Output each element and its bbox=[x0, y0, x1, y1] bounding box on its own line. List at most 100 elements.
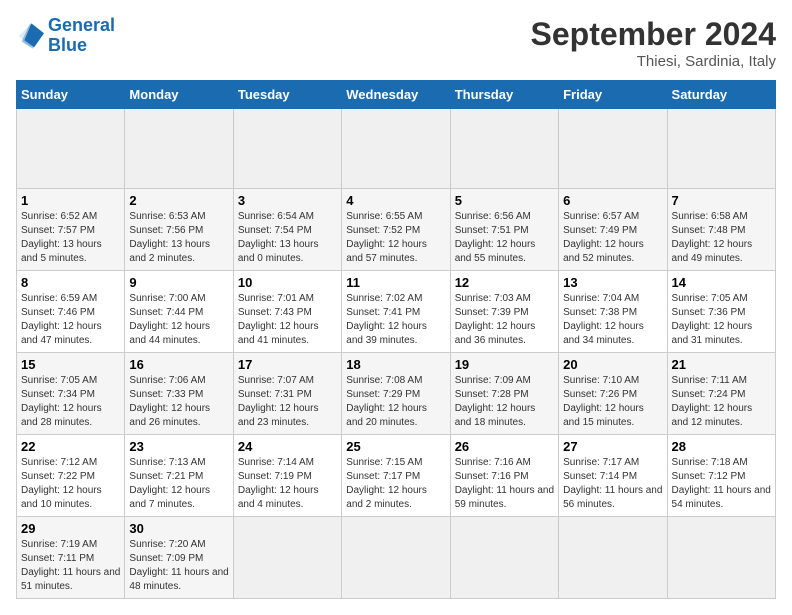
calendar-week-row: 29Sunrise: 7:19 AMSunset: 7:11 PMDayligh… bbox=[17, 517, 776, 599]
calendar-cell bbox=[17, 109, 125, 189]
calendar-cell: 30 Sunrise: 7:20 AMSunset: 7:09 PMDayligh… bbox=[125, 517, 233, 599]
calendar-cell bbox=[450, 517, 558, 599]
calendar-cell bbox=[125, 109, 233, 189]
day-number: 22 bbox=[21, 439, 120, 454]
day-number: 18 bbox=[346, 357, 445, 372]
day-info: Sunrise: 7:18 AMSunset: 7:12 PMDaylight:… bbox=[672, 456, 771, 512]
calendar-cell: 27 Sunrise: 7:17 AMSunset: 7:14 PMDayligh… bbox=[559, 435, 667, 517]
column-header-tuesday: Tuesday bbox=[233, 81, 341, 109]
calendar-cell: 10 Sunrise: 7:01 AMSunset: 7:43 PMDayligh… bbox=[233, 271, 341, 353]
day-number: 26 bbox=[455, 439, 554, 454]
calendar-cell bbox=[233, 109, 341, 189]
day-info: Sunrise: 7:12 AMSunset: 7:22 PMDaylight:… bbox=[21, 456, 120, 512]
day-number: 5 bbox=[455, 193, 554, 208]
day-number: 29 bbox=[21, 521, 120, 536]
calendar-cell: 16 Sunrise: 7:06 AMSunset: 7:33 PMDayligh… bbox=[125, 353, 233, 435]
logo-blue: Blue bbox=[48, 36, 115, 56]
day-number: 2 bbox=[129, 193, 228, 208]
day-number: 4 bbox=[346, 193, 445, 208]
day-info: Sunrise: 7:05 AMSunset: 7:36 PMDaylight:… bbox=[672, 292, 771, 348]
day-number: 15 bbox=[21, 357, 120, 372]
calendar-week-row: 1Sunrise: 6:52 AMSunset: 7:57 PMDaylight… bbox=[17, 189, 776, 271]
calendar-week-row: 22 Sunrise: 7:12 AMSunset: 7:22 PMDayligh… bbox=[17, 435, 776, 517]
column-header-sunday: Sunday bbox=[17, 81, 125, 109]
column-header-monday: Monday bbox=[125, 81, 233, 109]
calendar-cell bbox=[450, 109, 558, 189]
day-info: Sunrise: 7:02 AMSunset: 7:41 PMDaylight:… bbox=[346, 292, 445, 348]
calendar-cell bbox=[233, 517, 341, 599]
day-info: Sunrise: 7:09 AMSunset: 7:28 PMDaylight:… bbox=[455, 374, 554, 430]
logo: General Blue bbox=[16, 16, 115, 56]
calendar-week-row bbox=[17, 109, 776, 189]
calendar-cell: 12Sunrise: 7:03 AMSunset: 7:39 PMDayligh… bbox=[450, 271, 558, 353]
calendar-cell: 19 Sunrise: 7:09 AMSunset: 7:28 PMDayligh… bbox=[450, 353, 558, 435]
day-info: Sunrise: 6:55 AMSunset: 7:52 PMDaylight:… bbox=[346, 210, 445, 266]
day-number: 28 bbox=[672, 439, 771, 454]
calendar-cell: 17 Sunrise: 7:07 AMSunset: 7:31 PMDayligh… bbox=[233, 353, 341, 435]
calendar-cell bbox=[342, 517, 450, 599]
calendar-cell: 20Sunrise: 7:10 AMSunset: 7:26 PMDayligh… bbox=[559, 353, 667, 435]
day-number: 30 bbox=[129, 521, 228, 536]
calendar-cell bbox=[667, 109, 775, 189]
logo-general: General bbox=[48, 15, 115, 35]
day-number: 13 bbox=[563, 275, 662, 290]
day-info: Sunrise: 6:54 AMSunset: 7:54 PMDaylight:… bbox=[238, 210, 337, 266]
day-number: 27 bbox=[563, 439, 662, 454]
day-number: 23 bbox=[129, 439, 228, 454]
calendar-cell bbox=[667, 517, 775, 599]
day-info: Sunrise: 7:08 AMSunset: 7:29 PMDaylight:… bbox=[346, 374, 445, 430]
calendar-cell: 2 Sunrise: 6:53 AMSunset: 7:56 PMDaylight… bbox=[125, 189, 233, 271]
calendar-cell: 13 Sunrise: 7:04 AMSunset: 7:38 PMDayligh… bbox=[559, 271, 667, 353]
day-info: Sunrise: 6:56 AMSunset: 7:51 PMDaylight:… bbox=[455, 210, 554, 266]
day-number: 12 bbox=[455, 275, 554, 290]
day-number: 10 bbox=[238, 275, 337, 290]
calendar-cell: 5 Sunrise: 6:56 AMSunset: 7:51 PMDaylight… bbox=[450, 189, 558, 271]
calendar-cell: 15 Sunrise: 7:05 AMSunset: 7:34 PMDayligh… bbox=[17, 353, 125, 435]
day-number: 21 bbox=[672, 357, 771, 372]
day-info: Sunrise: 7:07 AMSunset: 7:31 PMDaylight:… bbox=[238, 374, 337, 430]
day-number: 19 bbox=[455, 357, 554, 372]
title-block: September 2024 Thiesi, Sardinia, Italy bbox=[531, 16, 776, 70]
location-subtitle: Thiesi, Sardinia, Italy bbox=[531, 53, 776, 70]
day-info: Sunrise: 7:01 AMSunset: 7:43 PMDaylight:… bbox=[238, 292, 337, 348]
calendar-week-row: 15 Sunrise: 7:05 AMSunset: 7:34 PMDayligh… bbox=[17, 353, 776, 435]
calendar-cell: 22 Sunrise: 7:12 AMSunset: 7:22 PMDayligh… bbox=[17, 435, 125, 517]
column-header-thursday: Thursday bbox=[450, 81, 558, 109]
day-number: 14 bbox=[672, 275, 771, 290]
calendar-cell: 24Sunrise: 7:14 AMSunset: 7:19 PMDayligh… bbox=[233, 435, 341, 517]
day-number: 24 bbox=[238, 439, 337, 454]
day-info: Sunrise: 6:57 AMSunset: 7:49 PMDaylight:… bbox=[563, 210, 662, 266]
calendar-cell: 11 Sunrise: 7:02 AMSunset: 7:41 PMDayligh… bbox=[342, 271, 450, 353]
day-info: Sunrise: 7:04 AMSunset: 7:38 PMDaylight:… bbox=[563, 292, 662, 348]
calendar-cell: 1Sunrise: 6:52 AMSunset: 7:57 PMDaylight… bbox=[17, 189, 125, 271]
day-info: Sunrise: 7:17 AMSunset: 7:14 PMDaylight:… bbox=[563, 456, 662, 512]
day-info: Sunrise: 6:58 AMSunset: 7:48 PMDaylight:… bbox=[672, 210, 771, 266]
day-info: Sunrise: 7:13 AMSunset: 7:21 PMDaylight:… bbox=[129, 456, 228, 512]
day-info: Sunrise: 7:06 AMSunset: 7:33 PMDaylight:… bbox=[129, 374, 228, 430]
calendar-cell: 21Sunrise: 7:11 AMSunset: 7:24 PMDayligh… bbox=[667, 353, 775, 435]
day-number: 8 bbox=[21, 275, 120, 290]
calendar-cell: 6 Sunrise: 6:57 AMSunset: 7:49 PMDaylight… bbox=[559, 189, 667, 271]
logo-text: General Blue bbox=[48, 16, 115, 56]
day-number: 25 bbox=[346, 439, 445, 454]
calendar-cell bbox=[559, 109, 667, 189]
calendar-cell: 4 Sunrise: 6:55 AMSunset: 7:52 PMDaylight… bbox=[342, 189, 450, 271]
day-number: 11 bbox=[346, 275, 445, 290]
day-number: 6 bbox=[563, 193, 662, 208]
calendar-cell: 25Sunrise: 7:15 AMSunset: 7:17 PMDayligh… bbox=[342, 435, 450, 517]
day-number: 17 bbox=[238, 357, 337, 372]
calendar-cell bbox=[342, 109, 450, 189]
day-info: Sunrise: 6:53 AMSunset: 7:56 PMDaylight:… bbox=[129, 210, 228, 266]
column-header-wednesday: Wednesday bbox=[342, 81, 450, 109]
day-info: Sunrise: 7:20 AMSunset: 7:09 PMDaylight:… bbox=[129, 538, 228, 594]
day-info: Sunrise: 7:00 AMSunset: 7:44 PMDaylight:… bbox=[129, 292, 228, 348]
calendar-cell: 3Sunrise: 6:54 AMSunset: 7:54 PMDaylight… bbox=[233, 189, 341, 271]
day-number: 16 bbox=[129, 357, 228, 372]
calendar-cell: 9Sunrise: 7:00 AMSunset: 7:44 PMDaylight… bbox=[125, 271, 233, 353]
calendar-header-row: SundayMondayTuesdayWednesdayThursdayFrid… bbox=[17, 81, 776, 109]
day-info: Sunrise: 7:05 AMSunset: 7:34 PMDaylight:… bbox=[21, 374, 120, 430]
day-info: Sunrise: 7:10 AMSunset: 7:26 PMDaylight:… bbox=[563, 374, 662, 430]
day-number: 7 bbox=[672, 193, 771, 208]
column-header-friday: Friday bbox=[559, 81, 667, 109]
month-year-title: September 2024 bbox=[531, 16, 776, 53]
